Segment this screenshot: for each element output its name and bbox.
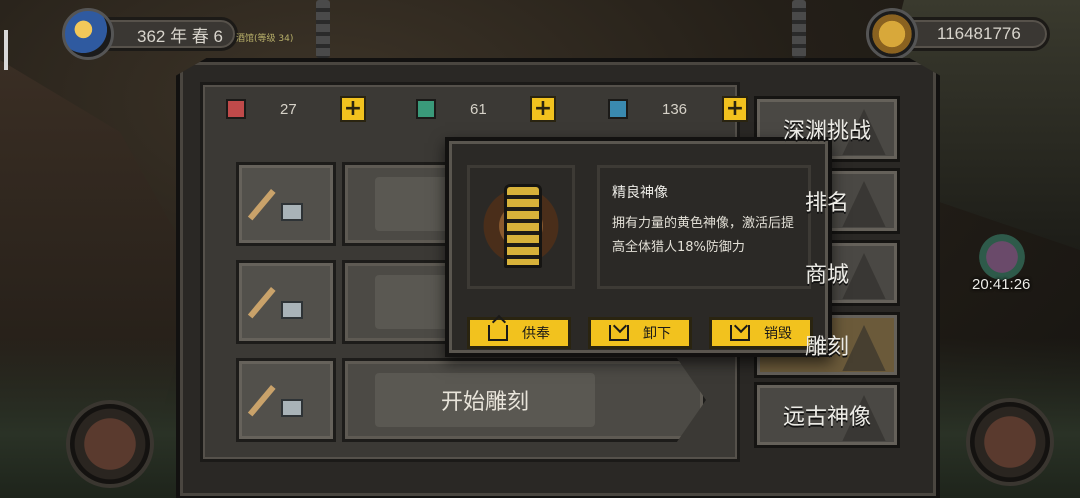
resource-blue-stone: 136 + (608, 96, 748, 122)
tab-label: 排名 (804, 191, 849, 216)
battle-shield-button[interactable] (966, 398, 1054, 486)
offer-label: 供奉 (522, 326, 550, 342)
offer-button[interactable]: 供奉 (467, 317, 571, 349)
tab-ancient-statue[interactable]: 远古神像 (754, 382, 900, 448)
download-icon (609, 325, 629, 341)
tab-label: 深渊挑战 (782, 119, 871, 144)
tab-label: 远古神像 (782, 405, 871, 430)
download-icon (730, 325, 750, 341)
resource-count: 136 (662, 100, 688, 118)
coin-amount: 116481776 (937, 24, 1021, 43)
carving-slot[interactable]: 开始雕刻 (236, 358, 706, 442)
carving-slot-icon (236, 162, 336, 246)
edge-indicator (4, 30, 8, 70)
yellow-statue-icon (504, 184, 542, 268)
upload-icon (488, 325, 508, 341)
background-rock (0, 60, 200, 420)
hanging-chain (792, 0, 806, 58)
resource-green-stone: 61 + (416, 96, 556, 122)
statue-detail-popup: 精良神像 拥有力量的黄色神像，激活后提高全体猎人18%防御力 供奉 卸下 销毁 (445, 137, 832, 357)
blue-stone-icon (608, 99, 628, 119)
unload-label: 卸下 (643, 326, 671, 342)
boss-face-icon[interactable] (972, 232, 1032, 282)
chisel-hammer-icon (267, 381, 305, 419)
resource-count: 61 (470, 100, 487, 118)
start-carving-label: 开始雕刻 (375, 373, 595, 427)
resource-count: 27 (280, 100, 297, 118)
hanging-chain (316, 0, 330, 58)
green-stone-icon (416, 99, 436, 119)
chisel-hammer-icon (267, 283, 305, 321)
destroy-label: 销毁 (764, 326, 792, 342)
tavern-level-label: 酒馆(等级 34) (236, 34, 294, 44)
chisel-hammer-icon (267, 185, 305, 223)
red-stone-icon (226, 99, 246, 119)
carving-slot-icon (236, 358, 336, 442)
add-red-stone-button[interactable]: + (340, 96, 366, 122)
statue-description: 拥有力量的黄色神像，激活后提高全体猎人18%防御力 (612, 216, 795, 255)
gold-coin-icon (866, 8, 918, 60)
add-green-stone-button[interactable]: + (530, 96, 556, 122)
tab-label: 商城 (804, 263, 849, 288)
date-text: 362 年 春 6 (137, 26, 223, 46)
destroy-button[interactable]: 销毁 (709, 317, 813, 349)
tab-label: 雕刻 (804, 335, 849, 360)
unload-button[interactable]: 卸下 (588, 317, 692, 349)
resource-red-stone: 27 + (226, 96, 366, 122)
statue-portrait (467, 165, 575, 289)
add-blue-stone-button[interactable]: + (722, 96, 748, 122)
statue-info-box: 精良神像 拥有力量的黄色神像，激活后提高全体猎人18%防御力 (597, 165, 811, 289)
event-timer: 20:41:26 (972, 276, 1031, 293)
start-carving-button[interactable]: 开始雕刻 (342, 358, 706, 442)
season-moon-icon[interactable] (62, 8, 114, 60)
carving-slot-icon (236, 260, 336, 344)
statue-name: 精良神像 (612, 185, 668, 201)
tavern-house-button[interactable] (66, 400, 154, 488)
